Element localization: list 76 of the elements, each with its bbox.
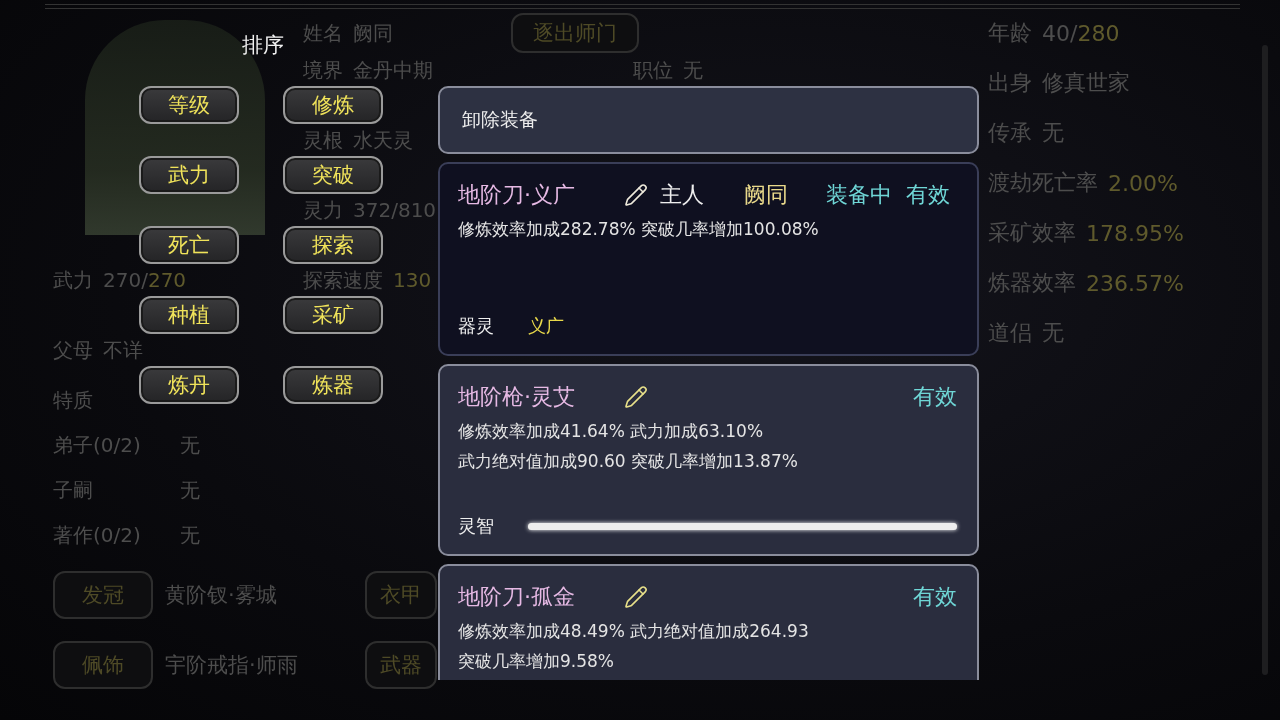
validity-status: 有效 [913, 583, 957, 611]
effect-text: 修炼效率加成48.49% 武力绝对值加成264.93 [458, 620, 810, 643]
info-value: 不详 [103, 336, 143, 364]
pencil-icon[interactable] [624, 585, 648, 609]
footer-label: 灵智 [458, 514, 495, 538]
sort-button[interactable]: 炼器 [283, 366, 383, 404]
info-label: 境界 [303, 56, 343, 84]
info-label: 灵根 [303, 126, 343, 154]
sort-button[interactable]: 死亡 [139, 226, 239, 264]
info-value: 水天灵 [353, 126, 413, 154]
effect-text: 武力绝对值加成90.60 突破几率增加13.87% [458, 450, 799, 473]
info-label: 职位 [633, 56, 673, 84]
equipment-name: 地阶刀·义广 [458, 181, 576, 209]
equipment-name: 地阶刀·孤金 [458, 583, 576, 611]
info-value: 无 [1042, 119, 1064, 147]
info-highlight: 236.57% [1086, 270, 1184, 296]
info-label: 道侣 [988, 319, 1032, 347]
info-label: 父母 [53, 336, 93, 364]
unequip-button[interactable]: 卸除装备 [438, 86, 979, 154]
info-highlight: 280 [1077, 20, 1120, 46]
effect-text: 修炼效率加成41.64% 武力加成63.10% [458, 420, 765, 443]
sort-button[interactable]: 突破 [283, 156, 383, 194]
equipment-name: 宇阶戒指·师雨 [165, 652, 299, 679]
info-label: 出身 [988, 69, 1032, 97]
info-value: 金丹中期 [353, 56, 433, 84]
info-value: 270/ [103, 268, 148, 292]
info-value: 372/810 [353, 198, 437, 222]
sort-title: 排序 [242, 32, 284, 59]
info-label: 探索速度 [303, 266, 383, 294]
info-value: 40/ [1042, 20, 1078, 46]
info-label: 子嗣 [53, 476, 94, 504]
owner-name: 阙同 [744, 181, 789, 209]
info-label: 灵力 [303, 196, 343, 224]
info-label: 特质 [53, 386, 93, 414]
effect-text: 修炼效率加成282.78% 突破几率增加100.08% [458, 218, 820, 241]
info-value: 无 [180, 431, 200, 459]
equipment-name: 地阶枪·灵艾 [458, 383, 576, 411]
info-value: 无 [1042, 319, 1064, 347]
info-highlight: 270 [147, 268, 187, 292]
equipment-card[interactable]: 地阶枪·灵艾 有效 修炼效率加成41.64% 武力加成63.10% 武力绝对值加成90.60 突破几率增加13.87% 灵智 [438, 364, 979, 556]
sort-button[interactable]: 炼丹 [139, 366, 239, 404]
spirit-name: 义广 [528, 314, 564, 338]
info-label: 弟子(0/2) [53, 431, 142, 459]
sort-button[interactable]: 种植 [139, 296, 239, 334]
equipment-card[interactable]: 地阶刀·义广 主人 阙同 装备中 有效 修炼效率加成282.78% 突破几率增加100.08% 器灵 义广 [438, 162, 979, 356]
equipped-status: 装备中 [826, 181, 892, 209]
info-value: 无 [683, 56, 703, 84]
info-label: 年龄 [988, 19, 1032, 47]
info-value: 修真世家 [1042, 69, 1130, 97]
info-highlight: 178.95% [1086, 220, 1184, 246]
sort-button[interactable]: 采矿 [283, 296, 383, 334]
sort-button[interactable]: 修炼 [283, 86, 383, 124]
info-label: 传承 [988, 119, 1032, 147]
equipment-card[interactable]: 地阶刀·孤金 有效 修炼效率加成48.49% 武力绝对值加成264.93 突破几率增加9.58% [438, 564, 979, 680]
sort-button[interactable]: 武力 [139, 156, 239, 194]
equipment-name: 黄阶钗·雾城 [165, 582, 278, 609]
info-value: 无 [180, 476, 200, 504]
owner-label: 主人 [660, 181, 705, 209]
info-label: 姓名 [303, 19, 343, 47]
info-label: 著作(0/2) [53, 521, 142, 549]
info-label: 炼器效率 [988, 269, 1076, 297]
sort-button[interactable]: 探索 [283, 226, 383, 264]
info-value: 无 [180, 521, 200, 549]
validity-status: 有效 [906, 181, 950, 209]
info-value: 阙同 [353, 19, 393, 47]
info-label: 武力 [53, 266, 93, 294]
pencil-icon[interactable] [624, 183, 648, 207]
sort-button[interactable]: 等级 [139, 86, 239, 124]
info-highlight: 2.00% [1108, 170, 1178, 196]
pencil-icon[interactable] [624, 385, 648, 409]
validity-status: 有效 [913, 383, 957, 411]
effect-text: 突破几率增加9.58% [458, 650, 615, 673]
info-label: 渡劫死亡率 [988, 169, 1098, 197]
info-highlight: 130 [393, 268, 432, 292]
info-label: 采矿效率 [988, 219, 1076, 247]
footer-label: 器灵 [458, 314, 495, 338]
